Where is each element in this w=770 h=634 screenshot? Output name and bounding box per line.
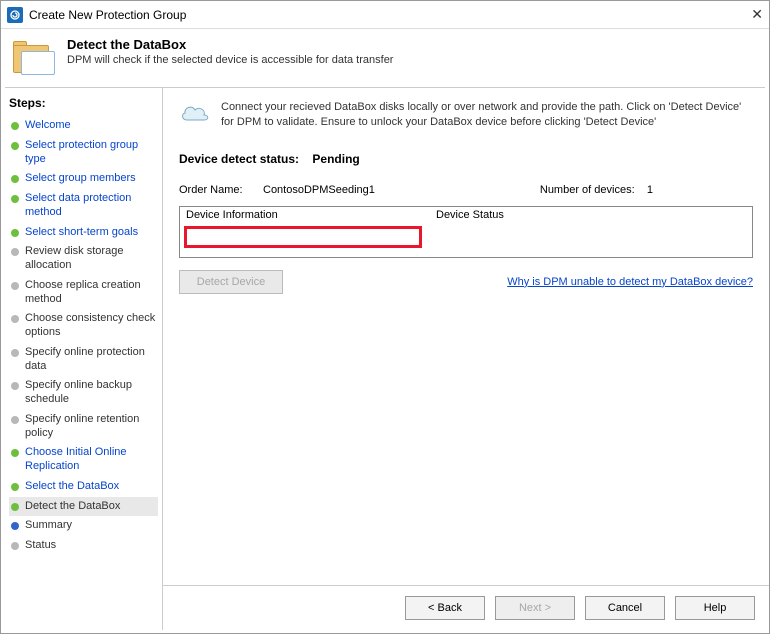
step-item: Choose consistency check options [9, 309, 158, 343]
step-item: Specify online retention policy [9, 410, 158, 444]
page-subtitle: DPM will check if the selected device is… [67, 54, 393, 66]
step-label: Choose Initial Online Replication [25, 446, 156, 474]
cancel-button[interactable]: Cancel [585, 596, 665, 620]
content-pane: Connect your recieved DataBox disks loca… [163, 88, 769, 630]
step-label: Review disk storage allocation [25, 245, 156, 273]
next-button[interactable]: Next > [495, 596, 575, 620]
step-label: Select data protection method [25, 192, 156, 220]
steps-sidebar: Steps: Welcome Select protection group ty… [1, 88, 163, 630]
step-item: Detect the DataBox [9, 497, 158, 517]
step-label: Choose replica creation method [25, 279, 156, 307]
status-label: Device detect status: [179, 152, 299, 166]
step-item[interactable]: Select data protection method [9, 189, 158, 223]
num-devices-value: 1 [647, 184, 653, 196]
step-bullet-icon [11, 382, 19, 390]
detect-device-button[interactable]: Detect Device [179, 270, 283, 294]
step-bullet-icon [11, 315, 19, 323]
device-info-box: Device Information Device Status [179, 206, 753, 258]
step-bullet-icon [11, 542, 19, 550]
step-bullet-icon [11, 142, 19, 150]
step-item[interactable]: Select protection group type [9, 136, 158, 170]
step-item: Review disk storage allocation [9, 242, 158, 276]
order-name-value: ContosoDPMSeeding1 [263, 184, 423, 196]
wizard-footer: < Back Next > Cancel Help [163, 585, 769, 630]
back-button[interactable]: < Back [405, 596, 485, 620]
step-item: Choose replica creation method [9, 276, 158, 310]
step-label: Select short-term goals [25, 226, 138, 240]
step-bullet-icon [11, 483, 19, 491]
step-item[interactable]: Select group members [9, 169, 158, 189]
status-line: Device detect status: Pending [179, 152, 753, 166]
step-item: Summary [9, 516, 158, 536]
step-bullet-icon [11, 522, 19, 530]
steps-heading: Steps: [9, 96, 158, 110]
step-label: Specify online protection data [25, 346, 156, 374]
order-name-label: Order Name: [179, 184, 251, 196]
step-bullet-icon [11, 175, 19, 183]
step-label: Choose consistency check options [25, 312, 156, 340]
window-title: Create New Protection Group [29, 8, 723, 22]
step-label: Specify online backup schedule [25, 379, 156, 407]
cloud-icon [179, 102, 211, 124]
status-value: Pending [312, 152, 359, 166]
step-bullet-icon [11, 248, 19, 256]
titlebar: Create New Protection Group ✕ [1, 1, 769, 29]
step-label: Select the DataBox [25, 480, 119, 494]
step-label: Summary [25, 519, 72, 533]
step-bullet-icon [11, 195, 19, 203]
step-item[interactable]: Welcome [9, 116, 158, 136]
step-label: Specify online retention policy [25, 413, 156, 441]
close-icon[interactable]: ✕ [723, 6, 763, 23]
step-label: Welcome [25, 119, 71, 133]
step-item[interactable]: Select the DataBox [9, 477, 158, 497]
detect-help-link[interactable]: Why is DPM unable to detect my DataBox d… [507, 276, 753, 288]
step-item[interactable]: Select short-term goals [9, 223, 158, 243]
step-bullet-icon [11, 349, 19, 357]
step-bullet-icon [11, 449, 19, 457]
step-bullet-icon [11, 122, 19, 130]
step-label: Select protection group type [25, 139, 156, 167]
num-devices-label: Number of devices: [540, 184, 635, 196]
step-label: Detect the DataBox [25, 500, 120, 514]
page-title: Detect the DataBox [67, 37, 393, 52]
step-bullet-icon [11, 282, 19, 290]
col-device-status: Device Status [436, 209, 746, 221]
wizard-header: Detect the DataBox DPM will check if the… [1, 29, 769, 87]
step-item: Specify online backup schedule [9, 376, 158, 410]
step-item: Status [9, 536, 158, 556]
help-button[interactable]: Help [675, 596, 755, 620]
step-label: Status [25, 539, 56, 553]
step-item[interactable]: Choose Initial Online Replication [9, 443, 158, 477]
info-text: Connect your recieved DataBox disks loca… [221, 100, 753, 130]
step-bullet-icon [11, 503, 19, 511]
col-device-information: Device Information [186, 209, 436, 221]
device-path-input[interactable] [184, 226, 422, 248]
step-label: Select group members [25, 172, 136, 186]
step-bullet-icon [11, 416, 19, 424]
app-icon [7, 7, 23, 23]
step-bullet-icon [11, 229, 19, 237]
folder-icon [13, 41, 57, 77]
step-item: Specify online protection data [9, 343, 158, 377]
